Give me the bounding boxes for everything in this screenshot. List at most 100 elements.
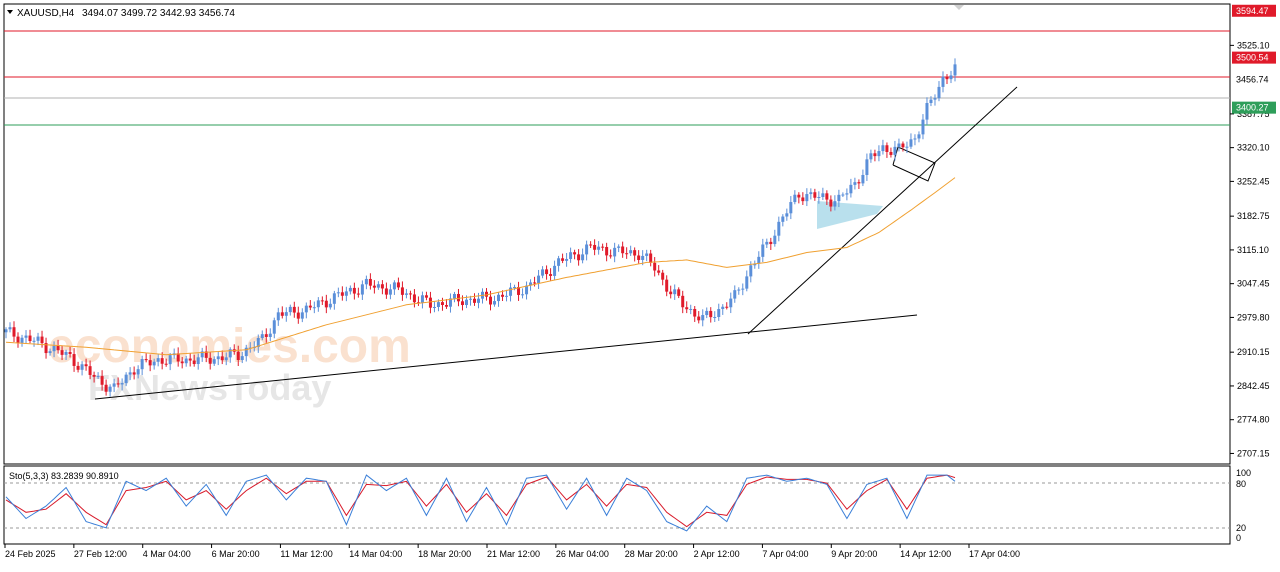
candle-body bbox=[893, 146, 897, 155]
candle-body bbox=[400, 287, 404, 295]
candle-body bbox=[208, 357, 212, 364]
candle-body bbox=[633, 250, 637, 256]
candle-body bbox=[344, 291, 348, 296]
candle-body bbox=[276, 312, 280, 321]
candle-body bbox=[941, 76, 945, 87]
candle-body bbox=[452, 293, 456, 299]
candle-body bbox=[533, 282, 537, 284]
candle-body bbox=[693, 308, 697, 317]
candle-body bbox=[809, 192, 813, 195]
candle-body bbox=[581, 254, 585, 261]
candle-body bbox=[356, 293, 360, 295]
candle-body bbox=[625, 253, 629, 255]
candle-body bbox=[340, 292, 344, 296]
candle-body bbox=[873, 153, 877, 157]
candle-body bbox=[813, 192, 817, 198]
candle-body bbox=[136, 369, 140, 375]
candle-body bbox=[717, 309, 721, 318]
candle-body bbox=[669, 291, 673, 295]
candle-body bbox=[408, 293, 412, 295]
price-axis-label: 3525.10 bbox=[1237, 40, 1270, 50]
candle-body bbox=[705, 310, 709, 316]
candle-body bbox=[609, 255, 613, 257]
candle-body bbox=[841, 194, 845, 196]
candle-body bbox=[849, 184, 853, 194]
candle-body bbox=[220, 356, 224, 361]
candle-body bbox=[489, 296, 493, 305]
candle-body bbox=[364, 278, 368, 285]
candle-body bbox=[617, 246, 621, 248]
price-tag-label: 3400.27 bbox=[1236, 103, 1269, 113]
candle-body bbox=[701, 315, 705, 321]
watermark-brand: economies.com bbox=[48, 320, 411, 373]
candle-body bbox=[52, 345, 56, 352]
candle-body bbox=[268, 333, 272, 337]
symbol-label: XAUUSD,H4 bbox=[17, 8, 75, 19]
candle-body bbox=[404, 293, 408, 295]
stoch-axis-80: 80 bbox=[1236, 479, 1246, 489]
stoch-axis-0: 0 bbox=[1236, 533, 1241, 543]
time-axis-label: 26 Mar 04:00 bbox=[556, 549, 609, 559]
candle-body bbox=[885, 145, 889, 152]
candle-body bbox=[549, 274, 553, 276]
candle-body bbox=[865, 159, 869, 175]
candle-body bbox=[148, 360, 152, 366]
time-axis-label: 28 Mar 20:00 bbox=[625, 549, 678, 559]
candle-body bbox=[757, 256, 761, 264]
candle-body bbox=[853, 182, 857, 185]
candle-body bbox=[444, 305, 448, 307]
candle-body bbox=[897, 143, 901, 147]
candle-body bbox=[88, 366, 92, 375]
candle-body bbox=[673, 289, 677, 295]
candle-body bbox=[889, 151, 893, 155]
candle-body bbox=[545, 269, 549, 275]
candle-body bbox=[573, 252, 577, 255]
time-axis-label: 11 Mar 12:00 bbox=[280, 549, 332, 559]
candle-body bbox=[713, 317, 717, 319]
time-axis-label: 4 Mar 04:00 bbox=[143, 549, 191, 559]
candle-body bbox=[384, 288, 388, 295]
candle-body bbox=[761, 244, 765, 257]
candle-body bbox=[332, 293, 336, 304]
time-axis-label: 6 Mar 20:00 bbox=[212, 549, 260, 559]
candle-body bbox=[96, 376, 100, 378]
candle-body bbox=[881, 145, 885, 152]
candle-body bbox=[837, 194, 841, 202]
candle-body bbox=[92, 374, 96, 377]
candle-body bbox=[905, 146, 909, 148]
candle-body bbox=[360, 284, 364, 295]
stoch-label: Sto(5,3,3) 83.2839 90.8910 bbox=[9, 471, 119, 481]
candle-body bbox=[472, 298, 476, 303]
candle-body bbox=[100, 376, 104, 385]
candle-body bbox=[805, 194, 809, 202]
candle-body bbox=[697, 316, 701, 321]
candle-body bbox=[769, 241, 773, 245]
candle-body bbox=[420, 295, 424, 303]
candle-body bbox=[825, 193, 829, 200]
candle-body bbox=[264, 334, 268, 337]
candle-body bbox=[308, 305, 312, 308]
candle-body bbox=[468, 298, 472, 300]
candle-body bbox=[597, 246, 601, 250]
candle-body bbox=[352, 287, 356, 294]
time-axis-label: 14 Apr 12:00 bbox=[900, 549, 951, 559]
candle-body bbox=[901, 143, 905, 148]
candle-body bbox=[877, 151, 881, 157]
candle-body bbox=[925, 103, 929, 120]
candle-body bbox=[653, 262, 657, 271]
price-tag-label: 3500.54 bbox=[1236, 53, 1269, 63]
candle-body bbox=[725, 306, 729, 308]
candle-body bbox=[176, 353, 180, 362]
candle-body bbox=[64, 351, 68, 355]
candle-body bbox=[645, 253, 649, 256]
candle-body bbox=[741, 288, 745, 290]
chart-header: XAUUSD,H4 3494.07 3499.72 3442.93 3456.7… bbox=[7, 8, 235, 19]
candle-body bbox=[913, 138, 917, 140]
price-axis-label: 3252.45 bbox=[1237, 176, 1270, 186]
price-axis-label: 2707.15 bbox=[1237, 448, 1270, 458]
candle-body bbox=[312, 307, 316, 309]
price-chart[interactable]: economies.com FXNewsToday XAUUSD,H4 3494… bbox=[0, 0, 1280, 567]
price-axis-label: 3182.75 bbox=[1237, 211, 1270, 221]
candle-body bbox=[56, 345, 60, 351]
candle-body bbox=[929, 99, 933, 104]
